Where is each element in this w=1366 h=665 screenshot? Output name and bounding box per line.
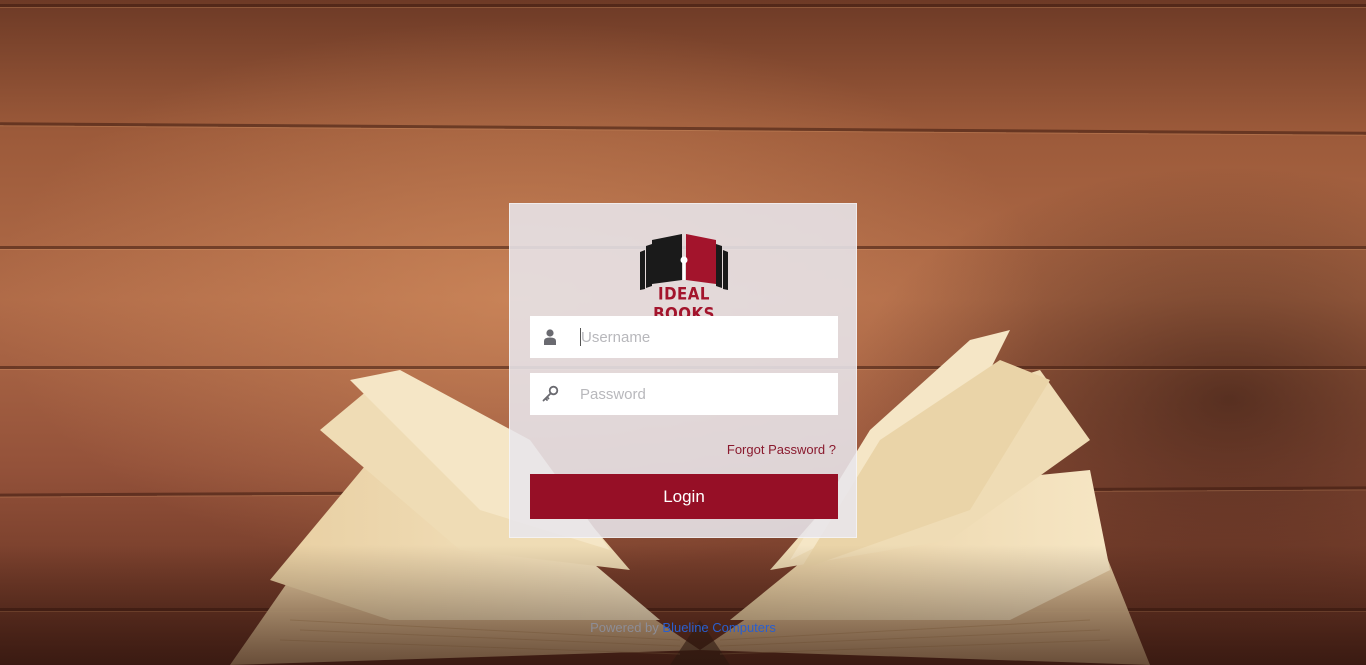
plank-seam [0,4,1366,7]
username-field[interactable] [530,316,838,358]
blueline-computers-link[interactable]: Blueline Computers [662,620,775,635]
open-book-logo-icon [640,234,728,290]
login-button[interactable]: Login [530,474,838,519]
brand-logo: IDEAL BOOKS [628,234,740,324]
plank-seam [0,122,1366,135]
footer-credit: Powered by Blueline Computers [0,620,1366,635]
username-input[interactable] [580,328,831,346]
floor-shadow [0,545,1366,665]
login-page: IDEAL BOOKS Forgot Password ? Login [0,0,1366,665]
login-card: IDEAL BOOKS Forgot Password ? Login [509,203,857,538]
footer-prefix: Powered by [590,620,659,635]
key-icon [530,373,570,415]
password-input[interactable] [570,374,830,414]
password-field[interactable] [530,373,838,415]
user-icon [530,316,570,358]
forgot-password-link[interactable]: Forgot Password ? [727,442,836,457]
